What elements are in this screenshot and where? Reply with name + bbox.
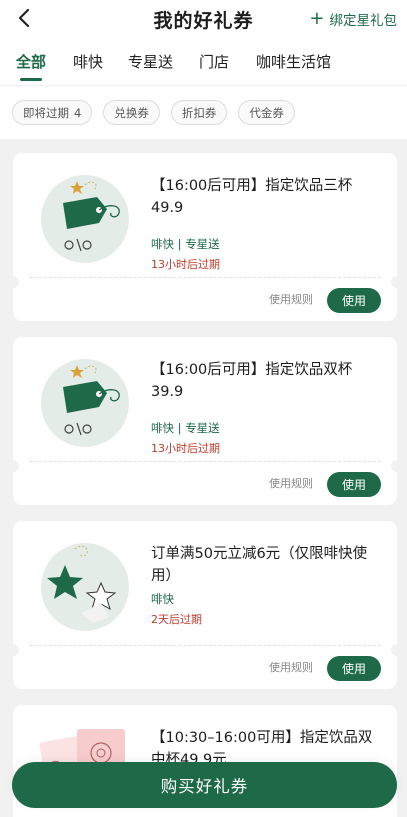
plus-icon: + [309, 8, 325, 29]
tab-bar: 全部 啡快 专星送 门店 咖啡生活馆 [0, 38, 407, 85]
use-button[interactable]: 使用 [327, 656, 381, 681]
filter-voucher[interactable]: 代金券 [238, 100, 295, 125]
tab-store[interactable]: 门店 [199, 51, 229, 72]
tab-fast[interactable]: 啡快 [73, 51, 103, 72]
use-button[interactable]: 使用 [327, 472, 381, 497]
coupon-card[interactable]: 【16:00后可用】指定饮品三杯49.9 啡快 | 专星送 13小时后过期 使用… [7, 153, 403, 321]
divider [29, 461, 381, 462]
price-tag-icon [41, 175, 129, 263]
coupon-card[interactable]: 【16:00后可用】指定饮品双杯39.9 啡快 | 专星送 13小时后过期 使用… [7, 337, 403, 505]
coupon-expire: 13小时后过期 [151, 442, 220, 455]
usage-rules-link[interactable]: 使用规则 [269, 659, 313, 675]
filter-bar: 即将过期 4 兑换券 折扣券 代金券 [0, 85, 407, 139]
filter-expiring-soon[interactable]: 即将过期 4 [12, 100, 93, 125]
bind-gift-pack-label: 绑定星礼包 [329, 13, 398, 29]
coupon-channels: 啡快 | 专星送 [151, 421, 220, 435]
coupon-title: 【16:00后可用】指定饮品三杯49.9 [151, 178, 353, 216]
stars-icon [41, 543, 129, 631]
use-button[interactable]: 使用 [327, 288, 381, 313]
tab-delivery[interactable]: 专星送 [128, 51, 173, 72]
price-tag-icon [41, 359, 129, 447]
filter-expiring-label: 即将过期 [23, 105, 69, 120]
usage-rules-link[interactable]: 使用规则 [269, 291, 313, 307]
tab-coffee-house[interactable]: 咖啡生活馆 [256, 51, 331, 72]
divider [29, 645, 381, 646]
coupon-page: 我的好礼券 + 绑定星礼包 全部 啡快 专星送 门店 咖啡生活馆 即将过期 4 … [0, 0, 407, 817]
filter-expiring-count: 4 [74, 105, 82, 120]
tab-all[interactable]: 全部 [16, 51, 46, 81]
coupon-title: 【16:00后可用】指定饮品双杯39.9 [151, 362, 353, 400]
coupon-expire: 2天后过期 [151, 613, 202, 626]
usage-rules-link[interactable]: 使用规则 [269, 475, 313, 491]
filter-redeem[interactable]: 兑换券 [103, 100, 160, 125]
filter-discount[interactable]: 折扣券 [170, 100, 228, 125]
coupon-expire: 13小时后过期 [151, 258, 220, 271]
coupon-channels: 啡快 [151, 592, 174, 606]
buy-gift-voucher-button[interactable]: 购买好礼券 [12, 762, 397, 808]
coupon-channels: 啡快 | 专星送 [151, 237, 220, 251]
coupon-title: 订单满50元立减6元（仅限啡快使用） [151, 546, 368, 584]
divider [29, 277, 381, 278]
header: 我的好礼券 + 绑定星礼包 [0, 0, 407, 38]
bind-gift-pack-button[interactable]: + 绑定星礼包 [309, 8, 398, 30]
coupon-card[interactable]: 订单满50元立减6元（仅限啡快使用） 啡快 2天后过期 使用规则 使用 [7, 521, 403, 689]
